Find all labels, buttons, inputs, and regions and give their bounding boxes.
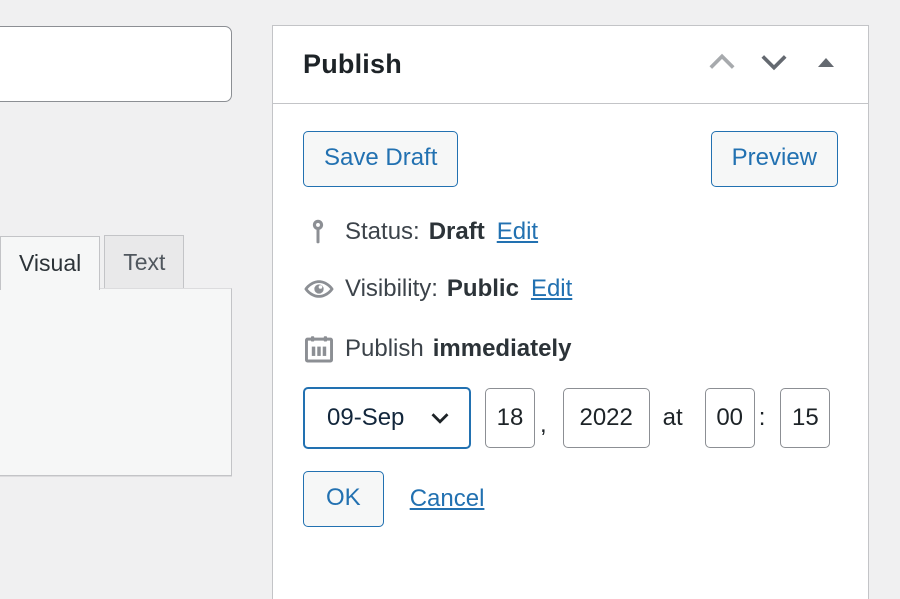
editor-content-area[interactable] <box>0 288 232 476</box>
hour-input[interactable]: 00 <box>704 388 755 448</box>
chevron-down-icon <box>757 45 791 84</box>
date-at-separator: at <box>662 404 683 431</box>
visibility-edit-link[interactable]: Edit <box>531 275 572 303</box>
post-editor-column: Visual Text <box>0 0 232 599</box>
ok-button[interactable]: OK <box>303 471 384 527</box>
chevron-down-icon <box>427 405 453 431</box>
screen: Visual Text Publish Save Draft Preview S… <box>0 0 900 599</box>
schedule-date-fields: 09-Sep 18 , 2022 at 00 : 15 <box>303 387 838 449</box>
status-label: Status: <box>345 218 420 245</box>
post-title-input[interactable] <box>0 26 232 102</box>
publish-actions-row: Save Draft Preview <box>303 104 838 187</box>
toggle-panel-button[interactable] <box>800 39 852 91</box>
tab-visual-label: Visual <box>19 249 82 276</box>
visibility-text: Visibility: Public Edit <box>345 275 572 303</box>
schedule-text: Publish immediately <box>345 335 571 363</box>
time-colon-separator: : <box>758 404 766 431</box>
status-row: Status: Draft Edit <box>303 217 838 247</box>
visibility-value: Public <box>446 275 519 302</box>
visibility-label: Visibility: <box>345 275 438 302</box>
schedule-confirm-row: OK Cancel <box>303 471 838 527</box>
publish-panel-title: Publish <box>303 49 402 79</box>
minute-input[interactable]: 15 <box>780 388 831 448</box>
editor-mode-tabs: Visual Text <box>0 234 185 290</box>
chevron-up-icon <box>705 45 739 84</box>
editor-footer-divider <box>0 476 232 480</box>
month-select[interactable]: 09-Sep <box>303 387 471 449</box>
schedule-label: Publish <box>345 335 424 362</box>
calendar-icon <box>303 333 345 365</box>
pin-icon <box>303 217 345 247</box>
publish-panel: Publish Save Draft Preview Status: Draft… <box>272 25 869 599</box>
tab-text-label: Text <box>123 249 166 275</box>
year-input[interactable]: 2022 <box>562 388 650 448</box>
publish-panel-body: Save Draft Preview Status: Draft Edit Vi… <box>273 104 868 527</box>
eye-icon <box>303 273 345 305</box>
tab-text[interactable]: Text <box>104 235 185 289</box>
tab-visual[interactable]: Visual <box>0 236 101 290</box>
move-down-button[interactable] <box>748 39 800 91</box>
visibility-row: Visibility: Public Edit <box>303 273 838 305</box>
save-draft-button[interactable]: Save Draft <box>303 131 459 187</box>
date-comma-separator: , <box>540 411 547 438</box>
publish-panel-header: Publish <box>273 26 868 104</box>
status-value: Draft <box>428 218 485 245</box>
status-text: Status: Draft Edit <box>345 218 538 246</box>
day-input[interactable]: 18 <box>485 388 535 448</box>
preview-button[interactable]: Preview <box>710 131 838 187</box>
month-select-value: 09-Sep <box>327 404 405 431</box>
schedule-value: immediately <box>432 335 572 362</box>
triangle-up-icon <box>814 50 838 79</box>
cancel-link[interactable]: Cancel <box>410 485 485 513</box>
move-up-button[interactable] <box>696 39 748 91</box>
status-edit-link[interactable]: Edit <box>497 218 538 246</box>
schedule-row: Publish immediately <box>303 333 838 365</box>
